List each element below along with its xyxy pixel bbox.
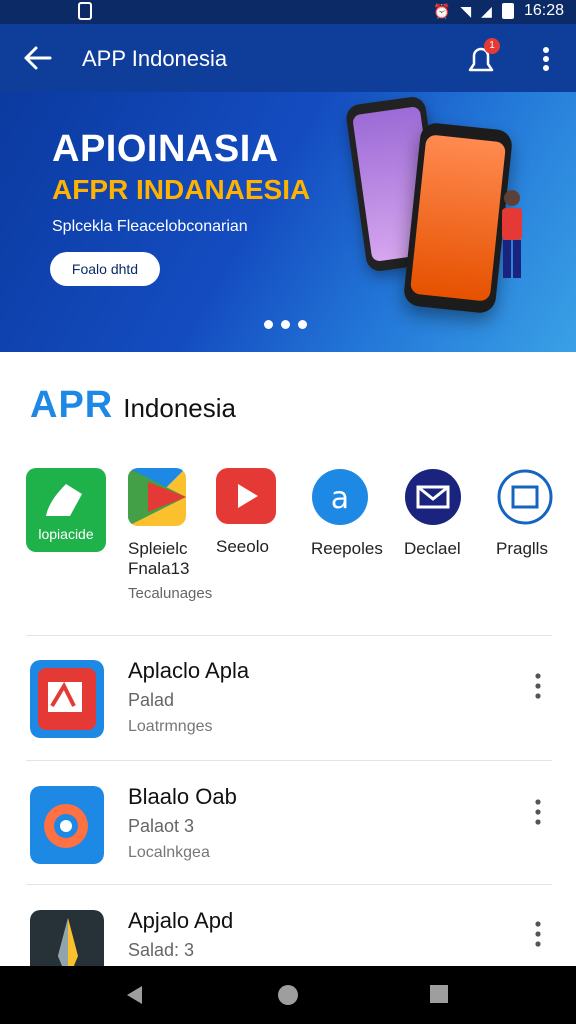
status-time: 16:28 [523, 2, 564, 19]
more-vert-icon[interactable] [528, 670, 548, 702]
alarm-icon: ⏰ [432, 3, 451, 19]
carousel-indicator [264, 320, 307, 329]
featured-app[interactable]: Seeolo [216, 468, 276, 557]
list-item-meta: Loatrmnges [128, 718, 213, 735]
carousel-dot[interactable] [264, 320, 273, 329]
more-vert-icon[interactable] [528, 918, 548, 950]
featured-app-name: Reepoles [311, 539, 383, 558]
banner-headline-2: AFPR INDANAESIA [52, 174, 311, 205]
featured-app[interactable]: Praglls [496, 468, 554, 559]
banner-cta-button[interactable]: Foalo dhtd [50, 252, 160, 286]
more-vert-icon[interactable] [528, 796, 548, 828]
notification-button[interactable]: 1 [464, 38, 500, 76]
featured-app[interactable]: Declael [404, 468, 462, 559]
list-item-title: Apjalo Apd [128, 908, 234, 933]
window-icon [497, 469, 553, 525]
list-item-subtitle: Salad: 3 [128, 940, 195, 960]
wifi-icon: ◥ [460, 3, 472, 19]
youtube-like-icon [216, 468, 276, 524]
signal-icon: ◢ [481, 3, 492, 19]
carousel-dot[interactable] [298, 320, 307, 329]
red-tile-icon [30, 660, 104, 738]
person-illustration [502, 190, 522, 278]
notification-badge: 1 [484, 38, 500, 54]
section-brand: APR Indonesia [30, 384, 236, 427]
nav-recents-icon[interactable] [429, 984, 449, 1004]
at-sign-icon: a [312, 469, 368, 525]
featured-app[interactable]: lopiacide [26, 468, 106, 552]
featured-app-tile-label: lopiacide [38, 526, 94, 542]
featured-app-name: Praglls [496, 539, 548, 558]
promo-banner[interactable]: APIOINASIA AFPR INDANAESIA Splcekla Flea… [0, 92, 576, 352]
brand-apr: APR [30, 384, 114, 426]
featured-app[interactable]: Spleielc Fnala13 Tecalunages [128, 468, 212, 602]
featured-app-name: Spleielc [128, 539, 188, 558]
divider [26, 760, 552, 761]
google-play-like-icon [128, 468, 186, 526]
banner-headline: APIOINASIA [52, 128, 279, 170]
list-item-title: Aplaclo Apla [128, 658, 250, 683]
orange-blue-tile-icon [30, 786, 104, 864]
carousel-dot[interactable] [281, 320, 290, 329]
app-bar-title: APP Indonesia [82, 46, 228, 71]
system-nav-bar [0, 966, 576, 1024]
list-item-subtitle: Palad [128, 690, 175, 710]
sim-card-icon [78, 2, 92, 20]
back-arrow-icon[interactable] [22, 42, 54, 74]
svg-text:a: a [331, 481, 349, 516]
banner-subtitle: Splcekla Fleacelobconarian [52, 218, 248, 235]
app-bar: APP Indonesia 1 [0, 24, 576, 92]
list-item-title: Blaalo Oab [128, 784, 237, 809]
featured-app-name: Seeolo [216, 537, 269, 556]
divider [26, 635, 552, 636]
list-item-subtitle: Palaot 3 [128, 816, 195, 836]
brand-indonesia: Indonesia [123, 393, 236, 423]
nav-back-icon[interactable] [124, 984, 146, 1006]
google-play-like-icon: lopiacide [26, 468, 106, 552]
status-icons: ⏰ ◥ ◢ 16:28 [433, 2, 564, 20]
battery-icon [501, 3, 514, 19]
nav-home-icon[interactable] [277, 984, 299, 1006]
featured-app-name: Declael [404, 539, 461, 558]
featured-apps-row: lopiacide Spleielc Fnala13 Tecalunages S… [26, 468, 576, 618]
status-bar: ⏰ ◥ ◢ 16:28 [0, 0, 576, 24]
divider [26, 884, 552, 885]
list-item[interactable]: Blaalo Oab Palaot 3 Localnkgea [0, 780, 576, 904]
more-vert-icon[interactable] [534, 44, 558, 74]
featured-app-name-2: Fnala13 [128, 559, 190, 578]
list-item-meta: Localnkgea [128, 844, 210, 861]
featured-app-meta: Tecalunages [128, 585, 213, 602]
featured-app[interactable]: a Reepoles [311, 468, 383, 559]
mail-icon [405, 469, 461, 525]
